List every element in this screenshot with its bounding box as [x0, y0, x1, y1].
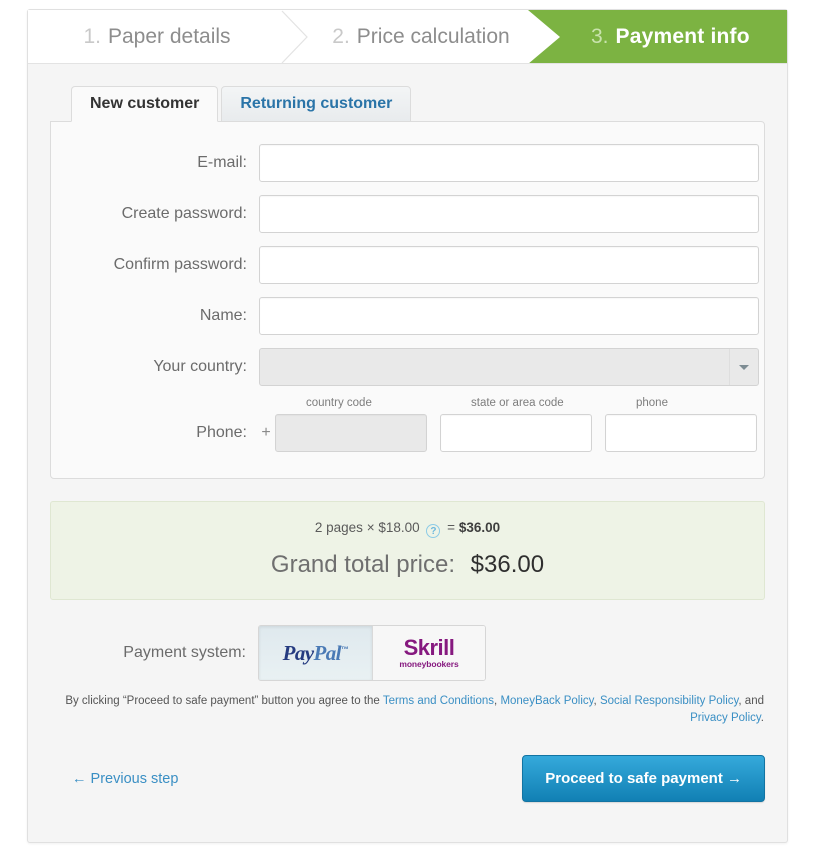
- grand-total-amount: $36.00: [470, 551, 545, 578]
- skrill-logo-subtitle: moneybookers: [399, 659, 459, 670]
- country-label: Your country:: [153, 358, 247, 375]
- form-row-name: Name:: [51, 297, 764, 335]
- tab-label: New customer: [90, 95, 200, 112]
- form-actions: ← Previous step Proceed to safe payment …: [50, 755, 765, 830]
- customer-form-panel: E-mail: Create password: Confirm passwor…: [50, 121, 765, 479]
- multiply-sign: ×: [366, 520, 375, 535]
- grand-total-label: Grand total price:: [270, 551, 455, 578]
- form-row-email: E-mail:: [51, 144, 764, 182]
- skrill-logo-icon: Skrill moneybookers: [399, 637, 458, 669]
- form-row-country: Your country:: [51, 348, 764, 386]
- step-item-price-calculation[interactable]: 2. Price calculation: [286, 10, 556, 63]
- email-field[interactable]: [259, 144, 759, 182]
- create-password-label: Create password:: [121, 205, 247, 222]
- paypal-logo-icon: PayPal™: [283, 641, 349, 666]
- paypal-logo-part2: Pal: [313, 640, 342, 665]
- payment-option-paypal[interactable]: PayPal™: [259, 626, 372, 680]
- phone-country-code-field[interactable]: [275, 414, 427, 452]
- step-label: Paper details: [107, 25, 231, 48]
- proceed-to-safe-payment-button[interactable]: Proceed to safe payment →: [522, 755, 765, 803]
- step-label: Price calculation: [356, 25, 510, 48]
- tab-new-customer[interactable]: New customer: [71, 86, 219, 122]
- form-row-confirm-password: Confirm password:: [51, 246, 764, 284]
- confirm-password-field[interactable]: [259, 246, 759, 284]
- page-root: 1. Paper details 2. Price calculation 3.…: [0, 0, 815, 862]
- form-row-create-password: Create password:: [51, 195, 764, 233]
- terms-sep-3: , and: [738, 695, 764, 707]
- step-number: 2.: [332, 25, 350, 48]
- paypal-trademark: ™: [340, 644, 349, 654]
- name-field[interactable]: [259, 297, 759, 335]
- name-label: Name:: [199, 307, 247, 324]
- equals-sign: =: [447, 520, 456, 535]
- step-progress-bar: 1. Paper details 2. Price calculation 3.…: [28, 10, 787, 64]
- phone-sublabels: country code state or area code phone: [259, 397, 799, 411]
- skrill-logo-name: Skrill: [403, 635, 455, 661]
- previous-step-link[interactable]: ← Previous step: [50, 771, 178, 787]
- create-password-field[interactable]: [259, 195, 759, 233]
- phone-area-code-field[interactable]: [440, 414, 592, 452]
- pages-count: 2 pages: [314, 520, 363, 535]
- grand-total-row: Grand total price: $36.00: [51, 551, 764, 579]
- customer-type-tabs: New customer Returning customer: [50, 84, 765, 122]
- confirm-password-label: Confirm password:: [113, 256, 247, 273]
- country-code-sublabel: country code: [306, 397, 372, 409]
- form-row-phone: country code state or area code phone Ph…: [51, 397, 764, 452]
- unit-price: $18.00: [378, 520, 420, 535]
- social-responsibility-policy-link[interactable]: Social Responsibility Policy: [600, 695, 738, 707]
- phone-plus-sign: +: [261, 424, 271, 441]
- terms-prefix: By clicking “Proceed to safe payment” bu…: [65, 695, 383, 707]
- step-number: 3.: [591, 25, 609, 48]
- terms-and-conditions-link[interactable]: Terms and Conditions: [383, 695, 494, 707]
- payment-system-label: Payment system:: [123, 644, 246, 661]
- payment-system-options: PayPal™ Skrill moneybookers: [258, 625, 486, 681]
- step-label: Payment info: [615, 25, 750, 48]
- question-mark-icon[interactable]: ?: [426, 524, 441, 538]
- price-breakdown-line: 2 pages × $18.00 ? = $36.00: [51, 520, 764, 538]
- payment-system-row: Payment system: PayPal™ Skrill moneybook…: [50, 625, 765, 681]
- price-summary-box: 2 pages × $18.00 ? = $36.00 Grand total …: [50, 501, 765, 600]
- paypal-logo-part1: Pay: [282, 640, 314, 665]
- terms-agreement-text: By clicking “Proceed to safe payment” bu…: [50, 693, 765, 726]
- country-select[interactable]: [259, 348, 759, 386]
- email-label: E-mail:: [197, 154, 247, 171]
- tab-returning-customer[interactable]: Returning customer: [221, 86, 412, 122]
- phone-label: Phone:: [196, 424, 247, 441]
- tab-label: Returning customer: [240, 95, 393, 112]
- phone-number-field[interactable]: [605, 414, 757, 452]
- step-number: 1.: [83, 25, 101, 48]
- privacy-policy-link[interactable]: Privacy Policy: [690, 712, 761, 724]
- card-body: New customer Returning customer E-mail: …: [28, 84, 787, 830]
- area-code-sublabel: state or area code: [471, 397, 564, 409]
- order-card: 1. Paper details 2. Price calculation 3.…: [27, 9, 788, 843]
- phone-number-sublabel: phone: [636, 397, 668, 409]
- payment-option-skrill[interactable]: Skrill moneybookers: [372, 626, 485, 680]
- moneyback-policy-link[interactable]: MoneyBack Policy: [500, 695, 593, 707]
- subtotal-price: $36.00: [458, 520, 501, 535]
- step-item-payment-info[interactable]: 3. Payment info: [528, 10, 787, 63]
- chevron-down-icon[interactable]: [730, 364, 758, 370]
- terms-suffix: .: [760, 711, 764, 724]
- step-item-paper-details[interactable]: 1. Paper details: [28, 10, 286, 63]
